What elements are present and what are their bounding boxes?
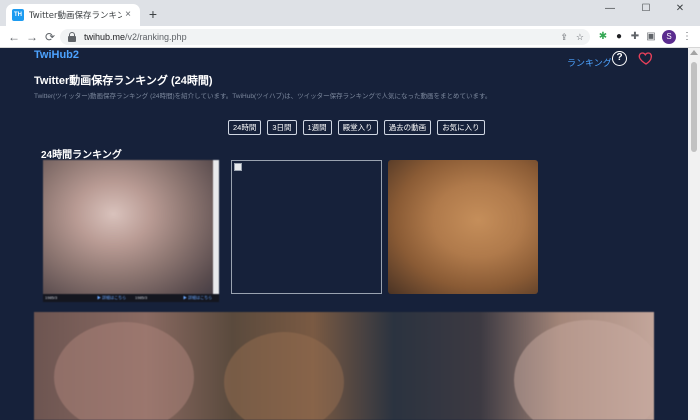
thumbnail-detail-link[interactable]: ▶ 詳細はこちら <box>97 295 126 301</box>
back-button[interactable]: ← <box>6 29 22 45</box>
filter-hall-of-fame-button[interactable]: 殿堂入り <box>337 120 378 135</box>
ranking-link[interactable]: ランキング <box>567 56 612 69</box>
new-tab-button[interactable]: + <box>146 7 160 21</box>
favorite-heart-icon[interactable] <box>638 50 654 66</box>
page-description: Twitter(ツイッター)動画保存ランキング (24時間)を紹介しています。T… <box>34 93 492 100</box>
url-host: twihub.me <box>84 32 126 42</box>
star-icon[interactable]: ☆ <box>576 32 584 43</box>
maximize-window-button[interactable]: ☐ <box>632 0 660 18</box>
thumbnail-caption: 1985/3 <box>45 295 58 300</box>
scroll-up-icon[interactable] <box>690 50 698 55</box>
video-thumbnail[interactable]: 1985/3 ▶ 詳細はこちら 1985/3 ▶ 詳細はこちら <box>43 160 219 302</box>
filter-past-videos-button[interactable]: 過去の動画 <box>383 120 432 135</box>
video-thumbnail-large[interactable] <box>34 312 654 420</box>
forward-button[interactable]: → <box>24 29 40 45</box>
lock-icon <box>68 32 76 42</box>
video-thumbnail[interactable] <box>388 160 538 294</box>
filter-1week-button[interactable]: 1週間 <box>302 120 332 135</box>
page-title: Twitter動画保存ランキング (24時間) <box>34 75 213 87</box>
browser-toolbar: ← → ⟳ twihub.me /v2/ranking.php ⇪ ☆ ✱ ● … <box>0 26 700 48</box>
help-icon[interactable]: ? <box>612 51 627 66</box>
address-bar[interactable]: twihub.me /v2/ranking.php ⇪ ☆ <box>60 29 590 45</box>
thumbnail-caption: 1985/3 <box>135 295 148 300</box>
close-window-button[interactable]: ✕ <box>666 0 694 18</box>
extension-icon-2[interactable]: ● <box>612 30 626 44</box>
tab-title: Twitter動画保存ランキング - TwiHub <box>29 11 122 21</box>
thumbnail-blur <box>54 322 194 420</box>
tab-close-icon[interactable]: × <box>122 9 134 21</box>
minimize-window-button[interactable]: — <box>596 0 624 18</box>
thumbnail-edge <box>213 160 219 302</box>
extension-icon[interactable]: ✱ <box>596 30 610 44</box>
thumbnail-detail-link[interactable]: ▶ 詳細はこちら <box>183 295 212 301</box>
filter-3days-button[interactable]: 3日間 <box>267 120 297 135</box>
thumbnail-blur <box>224 332 344 420</box>
filter-24h-button[interactable]: 24時間 <box>228 120 262 135</box>
tab-strip: TH Twitter動画保存ランキング - TwiHub × + — ☐ ✕ <box>0 0 700 26</box>
period-filter-bar: 24時間 3日間 1週間 殿堂入り 過去の動画 お気に入り <box>228 120 485 135</box>
filter-favorites-button[interactable]: お気に入り <box>437 120 485 135</box>
reload-button[interactable]: ⟳ <box>42 29 58 45</box>
page-scrollbar[interactable] <box>688 48 700 420</box>
scrollbar-thumb[interactable] <box>691 62 697 152</box>
broken-image-icon <box>234 163 242 171</box>
thumbnail-caption-bar: 1985/3 ▶ 詳細はこちら 1985/3 ▶ 詳細はこちら <box>43 294 219 302</box>
share-icon[interactable]: ⇪ <box>560 32 568 43</box>
browser-tab[interactable]: TH Twitter動画保存ランキング - TwiHub × <box>6 4 140 26</box>
sidepanel-icon[interactable]: ▣ <box>644 30 658 44</box>
site-logo[interactable]: TwiHub2 <box>34 49 79 61</box>
video-thumbnail[interactable] <box>231 160 382 294</box>
menu-icon[interactable]: ⋮ <box>680 30 694 44</box>
puzzle-icon[interactable]: ✚ <box>628 30 642 44</box>
profile-avatar[interactable]: S <box>662 30 676 44</box>
page-viewport: TwiHub2 ランキング ? Twitter動画保存ランキング (24時間) … <box>0 48 688 420</box>
site-favicon-icon: TH <box>12 9 24 21</box>
url-path: /v2/ranking.php <box>125 32 187 42</box>
section-title: 24時間ランキング <box>41 150 122 161</box>
thumbnail-blur <box>514 320 654 420</box>
